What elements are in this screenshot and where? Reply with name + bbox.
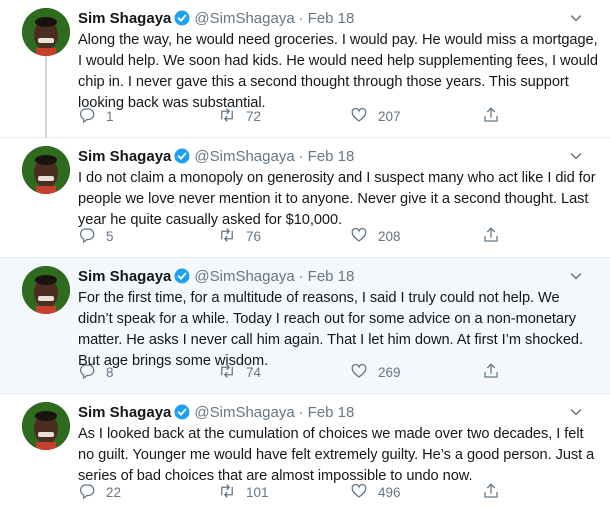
verified-badge-icon bbox=[174, 404, 190, 420]
tweet-date[interactable]: Feb 18 bbox=[308, 268, 355, 285]
tweet[interactable]: Sim Shagaya @SimShagaya · Feb 18 As I lo… bbox=[0, 394, 610, 510]
like-count: 496 bbox=[378, 484, 401, 500]
heart-icon bbox=[350, 106, 368, 127]
like-button[interactable]: 208 bbox=[350, 226, 401, 246]
author-name[interactable]: Sim Shagaya bbox=[78, 148, 171, 165]
avatar[interactable] bbox=[22, 146, 70, 194]
tweet-text: Along the way, he would need groceries. … bbox=[78, 32, 598, 111]
retweet-button[interactable]: 74 bbox=[218, 362, 261, 382]
heart-icon bbox=[350, 226, 368, 247]
retweet-button[interactable]: 101 bbox=[218, 482, 269, 502]
chevron-down-icon[interactable] bbox=[568, 404, 584, 420]
chevron-down-icon[interactable] bbox=[568, 268, 584, 284]
avatar[interactable] bbox=[22, 402, 70, 450]
author-handle[interactable]: @SimShagaya bbox=[194, 268, 294, 285]
tweet-date[interactable]: Feb 18 bbox=[308, 148, 355, 165]
retweet-count: 101 bbox=[246, 484, 269, 500]
tweet-thread: Sim Shagaya @SimShagaya · Feb 18 Along t… bbox=[0, 0, 610, 510]
reply-count: 5 bbox=[106, 228, 114, 244]
tweet-actions: 8 74 269 bbox=[78, 362, 518, 382]
share-button[interactable] bbox=[482, 226, 500, 246]
like-button[interactable]: 496 bbox=[350, 482, 401, 502]
tweet[interactable]: Sim Shagaya @SimShagaya · Feb 18 For the… bbox=[0, 258, 610, 394]
share-icon bbox=[482, 106, 500, 127]
heart-icon bbox=[350, 362, 368, 383]
reply-icon bbox=[78, 106, 96, 127]
like-count: 208 bbox=[378, 228, 401, 244]
chevron-down-icon[interactable] bbox=[568, 148, 584, 164]
reply-icon bbox=[78, 482, 96, 503]
retweet-count: 76 bbox=[246, 228, 262, 244]
tweet-text: As I looked back at the cumulation of ch… bbox=[78, 426, 595, 484]
share-icon bbox=[482, 226, 500, 247]
header-separator: · bbox=[298, 147, 304, 165]
tweet-actions: 22 101 496 bbox=[78, 482, 518, 502]
heart-icon bbox=[350, 482, 368, 503]
retweet-icon bbox=[218, 106, 236, 127]
avatar[interactable] bbox=[22, 266, 70, 314]
author-handle[interactable]: @SimShagaya bbox=[194, 10, 294, 27]
verified-badge-icon bbox=[174, 268, 190, 284]
chevron-down-icon[interactable] bbox=[568, 10, 584, 26]
reply-button[interactable]: 22 bbox=[78, 482, 121, 502]
avatar[interactable] bbox=[22, 8, 70, 56]
retweet-icon bbox=[218, 362, 236, 383]
reply-icon bbox=[78, 226, 96, 247]
share-button[interactable] bbox=[482, 362, 500, 382]
header-separator: · bbox=[298, 267, 304, 285]
share-icon bbox=[482, 362, 500, 383]
reply-count: 1 bbox=[106, 108, 114, 124]
reply-button[interactable]: 8 bbox=[78, 362, 114, 382]
tweet-date[interactable]: Feb 18 bbox=[308, 404, 355, 421]
retweet-button[interactable]: 76 bbox=[218, 226, 261, 246]
reply-button[interactable]: 1 bbox=[78, 106, 114, 126]
reply-count: 22 bbox=[106, 484, 122, 500]
thread-connector-line bbox=[45, 56, 47, 138]
retweet-icon bbox=[218, 482, 236, 503]
retweet-count: 74 bbox=[246, 364, 262, 380]
author-name[interactable]: Sim Shagaya bbox=[78, 268, 171, 285]
header-separator: · bbox=[298, 9, 304, 27]
tweet[interactable]: Sim Shagaya @SimShagaya · Feb 18 I do no… bbox=[0, 138, 610, 258]
like-button[interactable]: 207 bbox=[350, 106, 401, 126]
tweet[interactable]: Sim Shagaya @SimShagaya · Feb 18 Along t… bbox=[0, 0, 610, 138]
share-icon bbox=[482, 482, 500, 503]
tweet-actions: 5 76 208 bbox=[78, 226, 518, 246]
author-handle[interactable]: @SimShagaya bbox=[194, 148, 294, 165]
like-count: 269 bbox=[378, 364, 401, 380]
author-name[interactable]: Sim Shagaya bbox=[78, 10, 171, 27]
author-name[interactable]: Sim Shagaya bbox=[78, 404, 171, 421]
tweet-actions: 1 72 207 bbox=[78, 106, 518, 126]
retweet-count: 72 bbox=[246, 108, 262, 124]
retweet-button[interactable]: 72 bbox=[218, 106, 261, 126]
reply-icon bbox=[78, 362, 96, 383]
share-button[interactable] bbox=[482, 106, 500, 126]
like-count: 207 bbox=[378, 108, 401, 124]
like-button[interactable]: 269 bbox=[350, 362, 401, 382]
share-button[interactable] bbox=[482, 482, 500, 502]
tweet-text: For the first time, for a multitude of r… bbox=[78, 290, 583, 369]
verified-badge-icon bbox=[174, 10, 190, 26]
tweet-date[interactable]: Feb 18 bbox=[308, 10, 355, 27]
verified-badge-icon bbox=[174, 148, 190, 164]
retweet-icon bbox=[218, 226, 236, 247]
tweet-text: I do not claim a monopoly on generosity … bbox=[78, 170, 596, 228]
reply-count: 8 bbox=[106, 364, 114, 380]
header-separator: · bbox=[298, 403, 304, 421]
author-handle[interactable]: @SimShagaya bbox=[194, 404, 294, 421]
reply-button[interactable]: 5 bbox=[78, 226, 114, 246]
